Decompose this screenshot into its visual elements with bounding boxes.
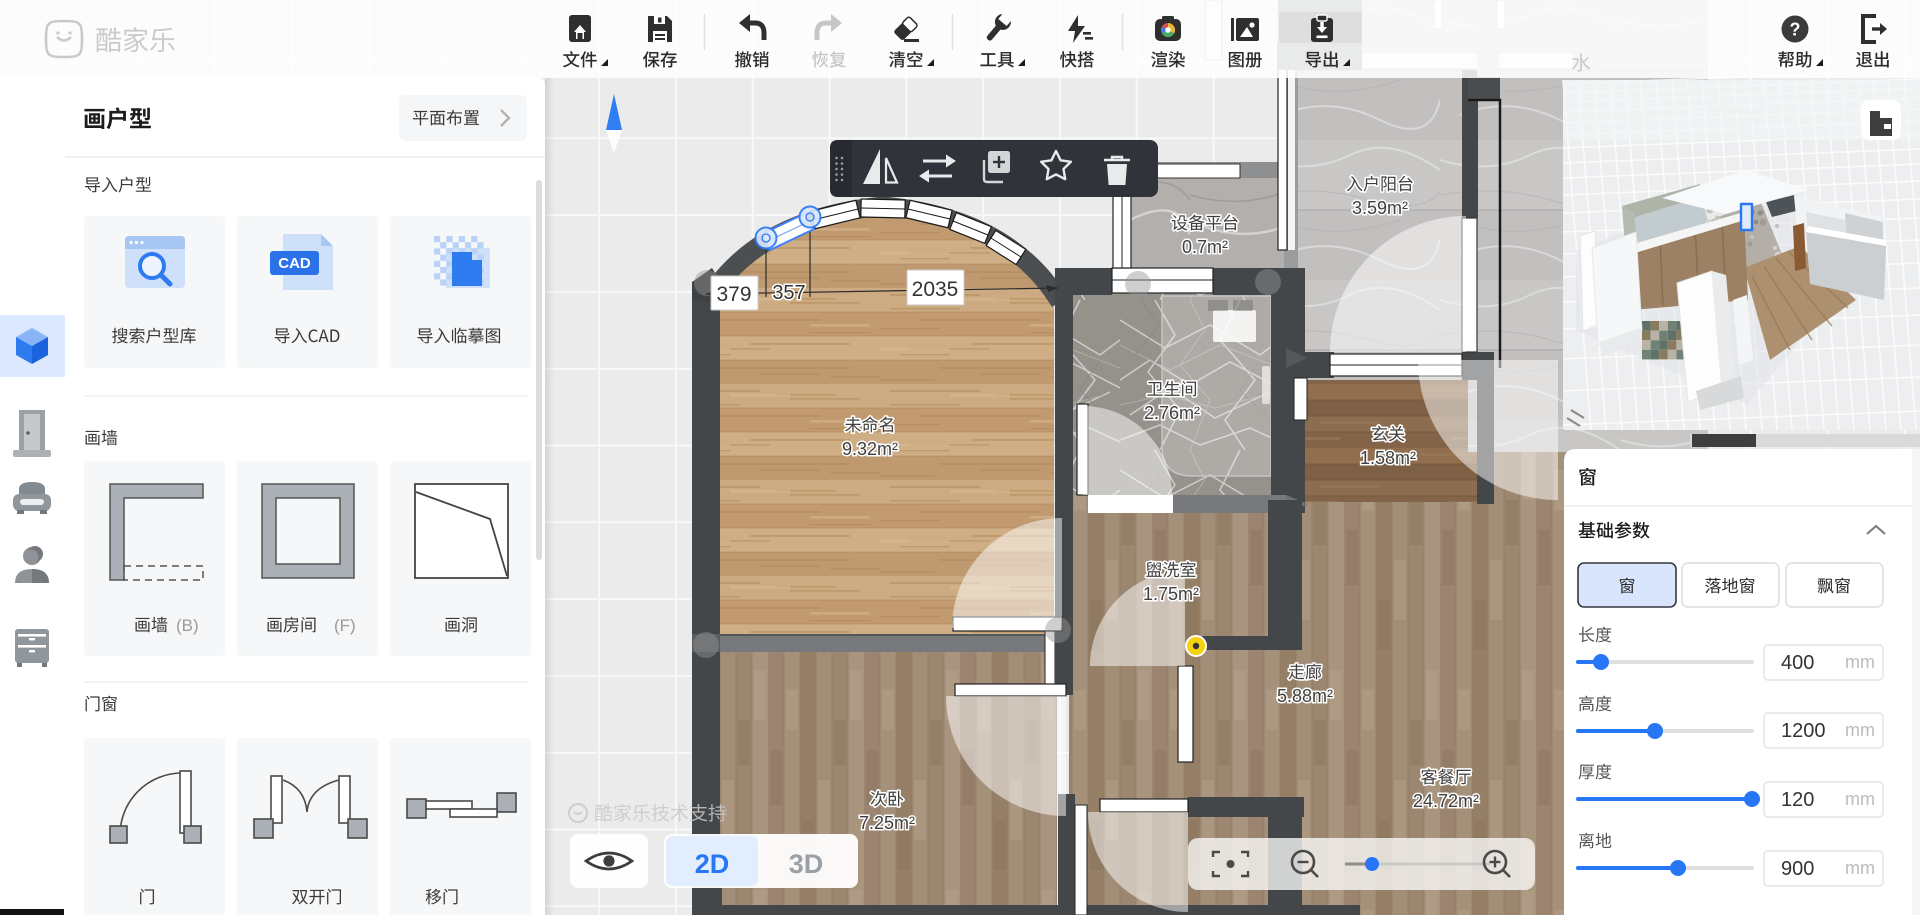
svg-text:24.72m²: 24.72m² bbox=[1413, 791, 1479, 811]
svg-text:900: 900 bbox=[1781, 858, 1814, 880]
svg-text:2D: 2D bbox=[695, 849, 730, 879]
svg-text:357: 357 bbox=[772, 282, 805, 304]
svg-text:2.76m²: 2.76m² bbox=[1144, 403, 1200, 423]
svg-text:(B): (B) bbox=[176, 616, 199, 635]
svg-text:7.25m²: 7.25m² bbox=[859, 813, 915, 833]
svg-text:3.59m²: 3.59m² bbox=[1352, 198, 1408, 218]
svg-text:1.58m²: 1.58m² bbox=[1360, 448, 1416, 468]
svg-text:mm: mm bbox=[1845, 720, 1875, 740]
svg-text:2035: 2035 bbox=[912, 278, 959, 301]
svg-text:0.7m²: 0.7m² bbox=[1182, 237, 1228, 257]
svg-text:379: 379 bbox=[716, 283, 751, 306]
svg-text:120: 120 bbox=[1781, 789, 1814, 811]
svg-text:?: ? bbox=[1790, 20, 1801, 40]
svg-text:1.75m²: 1.75m² bbox=[1143, 584, 1199, 604]
svg-text:mm: mm bbox=[1845, 789, 1875, 809]
svg-text:3D: 3D bbox=[789, 849, 824, 879]
svg-text:1200: 1200 bbox=[1781, 720, 1826, 742]
svg-text:9.32m²: 9.32m² bbox=[842, 439, 898, 459]
svg-text:400: 400 bbox=[1781, 652, 1814, 674]
svg-text:mm: mm bbox=[1845, 858, 1875, 878]
svg-text:CAD: CAD bbox=[278, 255, 311, 272]
svg-text:mm: mm bbox=[1845, 652, 1875, 672]
svg-text:5.88m²: 5.88m² bbox=[1277, 686, 1333, 706]
svg-text:(F): (F) bbox=[334, 616, 356, 635]
